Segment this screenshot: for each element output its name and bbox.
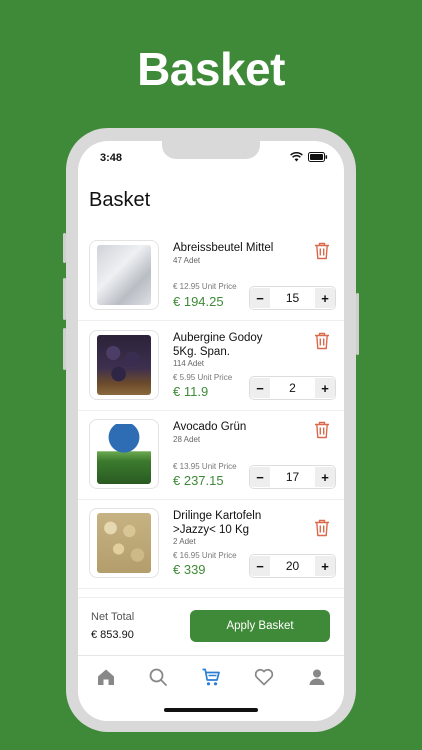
trash-icon[interactable]: [314, 421, 330, 439]
phone-side-button: [63, 233, 66, 263]
phone-side-button: [63, 278, 66, 320]
basket-item: Aubergine Godoy 5Kg. Span. 114 Adet € 5.…: [78, 321, 344, 411]
item-quantity: 114 Adet: [173, 359, 204, 368]
quantity-stepper: − 20 +: [249, 554, 336, 578]
unit-price: € 5.95 Unit Price: [173, 373, 233, 382]
unit-price: € 12.95 Unit Price: [173, 282, 237, 291]
search-icon[interactable]: [148, 667, 168, 687]
quantity-value[interactable]: 20: [270, 559, 315, 573]
trash-icon[interactable]: [314, 332, 330, 350]
wifi-icon: [290, 152, 303, 162]
net-total-value: € 853.90: [91, 629, 134, 641]
quantity-stepper: − 2 +: [249, 376, 336, 400]
basket-item: Avocado Grün 28 Adet € 13.95 Unit Price …: [78, 410, 344, 500]
increase-button[interactable]: +: [315, 378, 335, 398]
hero-title: Basket: [137, 43, 285, 95]
app-screen: 3:48 Basket Abreissbeutel Mittel 47 Adet…: [78, 141, 344, 721]
basket-footer: Net Total € 853.90 Apply Basket: [78, 597, 344, 656]
unit-price: € 13.95 Unit Price: [173, 462, 237, 471]
item-quantity: 2 Adet: [173, 537, 196, 546]
item-name: Avocado Grün: [173, 421, 247, 433]
decrease-button[interactable]: −: [250, 288, 270, 308]
increase-button[interactable]: +: [315, 288, 335, 308]
increase-button[interactable]: +: [315, 556, 335, 576]
line-total: € 339: [173, 562, 206, 577]
product-image: [89, 240, 159, 310]
cart-icon[interactable]: [201, 667, 221, 687]
quantity-stepper: − 17 +: [249, 465, 336, 489]
increase-button[interactable]: +: [315, 467, 335, 487]
home-indicator: [164, 708, 258, 712]
quantity-value[interactable]: 2: [270, 381, 315, 395]
item-quantity: 47 Adet: [173, 256, 201, 265]
product-image: [89, 419, 159, 489]
trash-icon[interactable]: [314, 519, 330, 537]
decrease-button[interactable]: −: [250, 378, 270, 398]
quantity-value[interactable]: 17: [270, 470, 315, 484]
notch: [162, 141, 260, 159]
item-name: Drilinge Kartofeln >Jazzy< 10 Kg: [173, 510, 262, 536]
quantity-stepper: − 15 +: [249, 286, 336, 310]
item-name: Abreissbeutel Mittel: [173, 242, 274, 254]
status-time: 3:48: [100, 152, 123, 164]
battery-icon: [308, 152, 328, 162]
item-quantity: 28 Adet: [173, 435, 201, 444]
item-name: Aubergine Godoy 5Kg. Span.: [173, 332, 263, 358]
quantity-value[interactable]: 15: [270, 291, 315, 305]
heart-icon[interactable]: [254, 667, 274, 687]
line-total: € 194.25: [173, 294, 224, 309]
basket-item: Abreissbeutel Mittel 47 Adet € 12.95 Uni…: [78, 231, 344, 321]
line-total: € 11.9: [173, 384, 209, 399]
product-image: [89, 508, 159, 578]
line-total: € 237.15: [173, 473, 224, 488]
page-title: Basket: [89, 189, 151, 211]
home-icon[interactable]: [96, 667, 116, 687]
user-icon[interactable]: [307, 667, 327, 687]
apply-basket-button[interactable]: Apply Basket: [190, 610, 330, 642]
decrease-button[interactable]: −: [250, 467, 270, 487]
phone-side-button: [356, 293, 359, 355]
unit-price: € 16.95 Unit Price: [173, 551, 237, 560]
net-total-label: Net Total: [91, 611, 135, 623]
basket-item: Drilinge Kartofeln >Jazzy< 10 Kg 2 Adet …: [78, 499, 344, 589]
status-icons: [290, 152, 328, 162]
decrease-button[interactable]: −: [250, 556, 270, 576]
trash-icon[interactable]: [314, 242, 330, 260]
phone-side-button: [63, 328, 66, 370]
product-image: [89, 330, 159, 400]
